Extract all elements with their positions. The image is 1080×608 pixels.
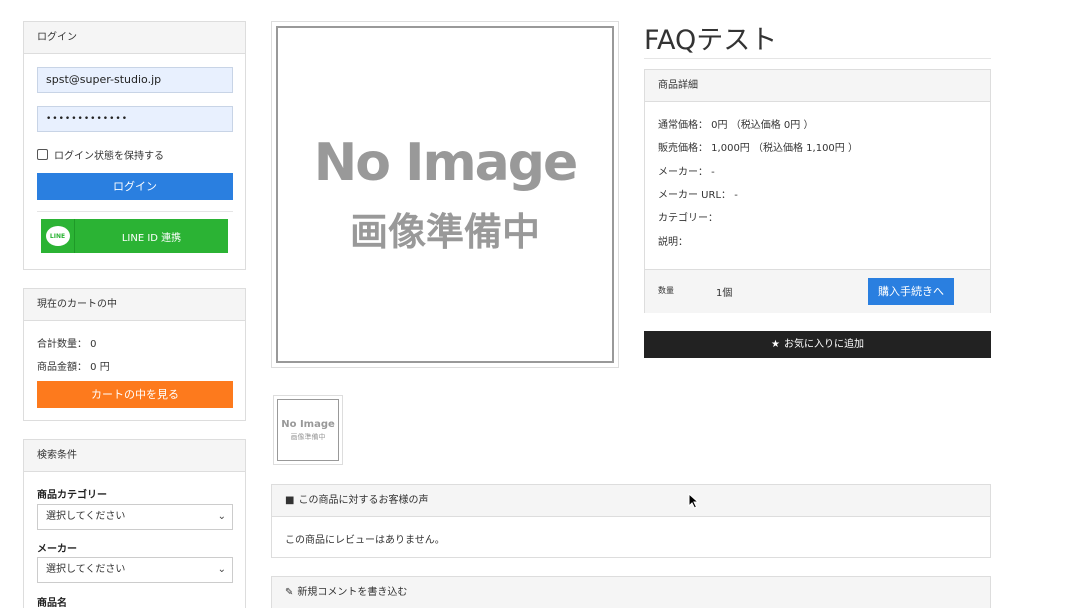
add-favorite-button[interactable]: ★ お気に入りに追加 — [644, 331, 991, 358]
cart-total-qty: 合計数量： 0 — [37, 339, 97, 350]
category-label: 商品カテゴリー — [37, 490, 107, 501]
checkout-button[interactable]: 購入手続きへ — [868, 278, 954, 305]
login-header: ログイン — [24, 22, 245, 54]
product-detail-panel: 商品詳細 通常価格： 0円 （税込価格 0円 ） 販売価格： 1,000円 （税… — [644, 69, 991, 313]
chevron-down-icon: ⌄ — [217, 564, 226, 575]
product-title: FAQテスト — [644, 25, 778, 56]
review-header: ■ この商品に対するお客様の声 — [272, 485, 990, 517]
mouse-cursor — [688, 493, 700, 509]
quantity-value[interactable]: 1個 — [716, 284, 732, 299]
no-review-text: この商品にレビューはありません。 — [285, 535, 445, 546]
view-cart-button[interactable]: カートの中を見る — [37, 381, 233, 408]
quantity-label: 数量 — [658, 286, 674, 295]
product-main-image[interactable]: No Image 画像準備中 — [271, 21, 619, 368]
no-image-thumbnail: No Image 画像準備中 — [277, 399, 339, 461]
cart-total-price: 商品金額： 0 円 — [37, 362, 110, 373]
password-input[interactable]: ••••••••••••• — [37, 106, 233, 132]
cart-panel: 現在のカートの中 合計数量： 0 商品金額： 0 円 カートの中を見る — [23, 288, 246, 421]
search-header: 検索条件 — [24, 440, 245, 472]
maker-select[interactable]: 選択してください ⌄ — [37, 557, 233, 583]
sale-price: 販売価格： 1,000円 （税込価格 1,100円 ） — [658, 143, 858, 154]
remember-me-row[interactable]: ログイン状態を保持する — [37, 147, 164, 162]
remember-label: ログイン状態を保持する — [54, 151, 164, 162]
category-select[interactable]: 選択してください ⌄ — [37, 504, 233, 530]
cart-header: 現在のカートの中 — [24, 289, 245, 321]
product-name-label: 商品名 — [37, 598, 67, 608]
review-panel: ■ この商品に対するお客様の声 この商品にレビューはありません。 — [271, 484, 991, 558]
line-login-button[interactable]: LINE LINE ID 連携 — [41, 219, 228, 253]
description: 説明： — [658, 237, 688, 248]
login-panel: ログイン spst@super-studio.jp ••••••••••••• … — [23, 21, 246, 270]
maker-label: メーカー — [37, 544, 77, 555]
list-price: 通常価格： 0円 （税込価格 0円 ） — [658, 120, 814, 131]
pencil-icon: ✎ — [285, 587, 294, 598]
comment-icon: ■ — [285, 495, 295, 506]
login-button[interactable]: ログイン — [37, 173, 233, 200]
chevron-down-icon: ⌄ — [217, 511, 226, 522]
remember-checkbox[interactable] — [37, 149, 48, 160]
product-thumbnail[interactable]: No Image 画像準備中 — [273, 395, 343, 465]
line-logo-icon: LINE — [41, 219, 75, 253]
maker-url: メーカー URL： - — [658, 190, 738, 201]
new-comment-panel: ✎ 新規コメントを書き込む — [271, 576, 991, 608]
maker-info: メーカー： - — [658, 167, 715, 178]
purchase-row: 数量 1個 購入手続きへ — [645, 269, 990, 313]
email-input[interactable]: spst@super-studio.jp — [37, 67, 233, 93]
no-image-placeholder: No Image 画像準備中 — [276, 26, 614, 363]
search-panel: 検索条件 商品カテゴリー 選択してください ⌄ メーカー 選択してください ⌄ … — [23, 439, 246, 608]
divider — [37, 211, 233, 212]
category-info: カテゴリー： — [658, 213, 718, 224]
star-icon: ★ — [771, 339, 780, 350]
new-comment-header[interactable]: ✎ 新規コメントを書き込む — [272, 577, 990, 608]
line-button-label: LINE ID 連携 — [121, 232, 182, 244]
detail-header: 商品詳細 — [645, 70, 990, 102]
title-divider — [644, 58, 991, 59]
